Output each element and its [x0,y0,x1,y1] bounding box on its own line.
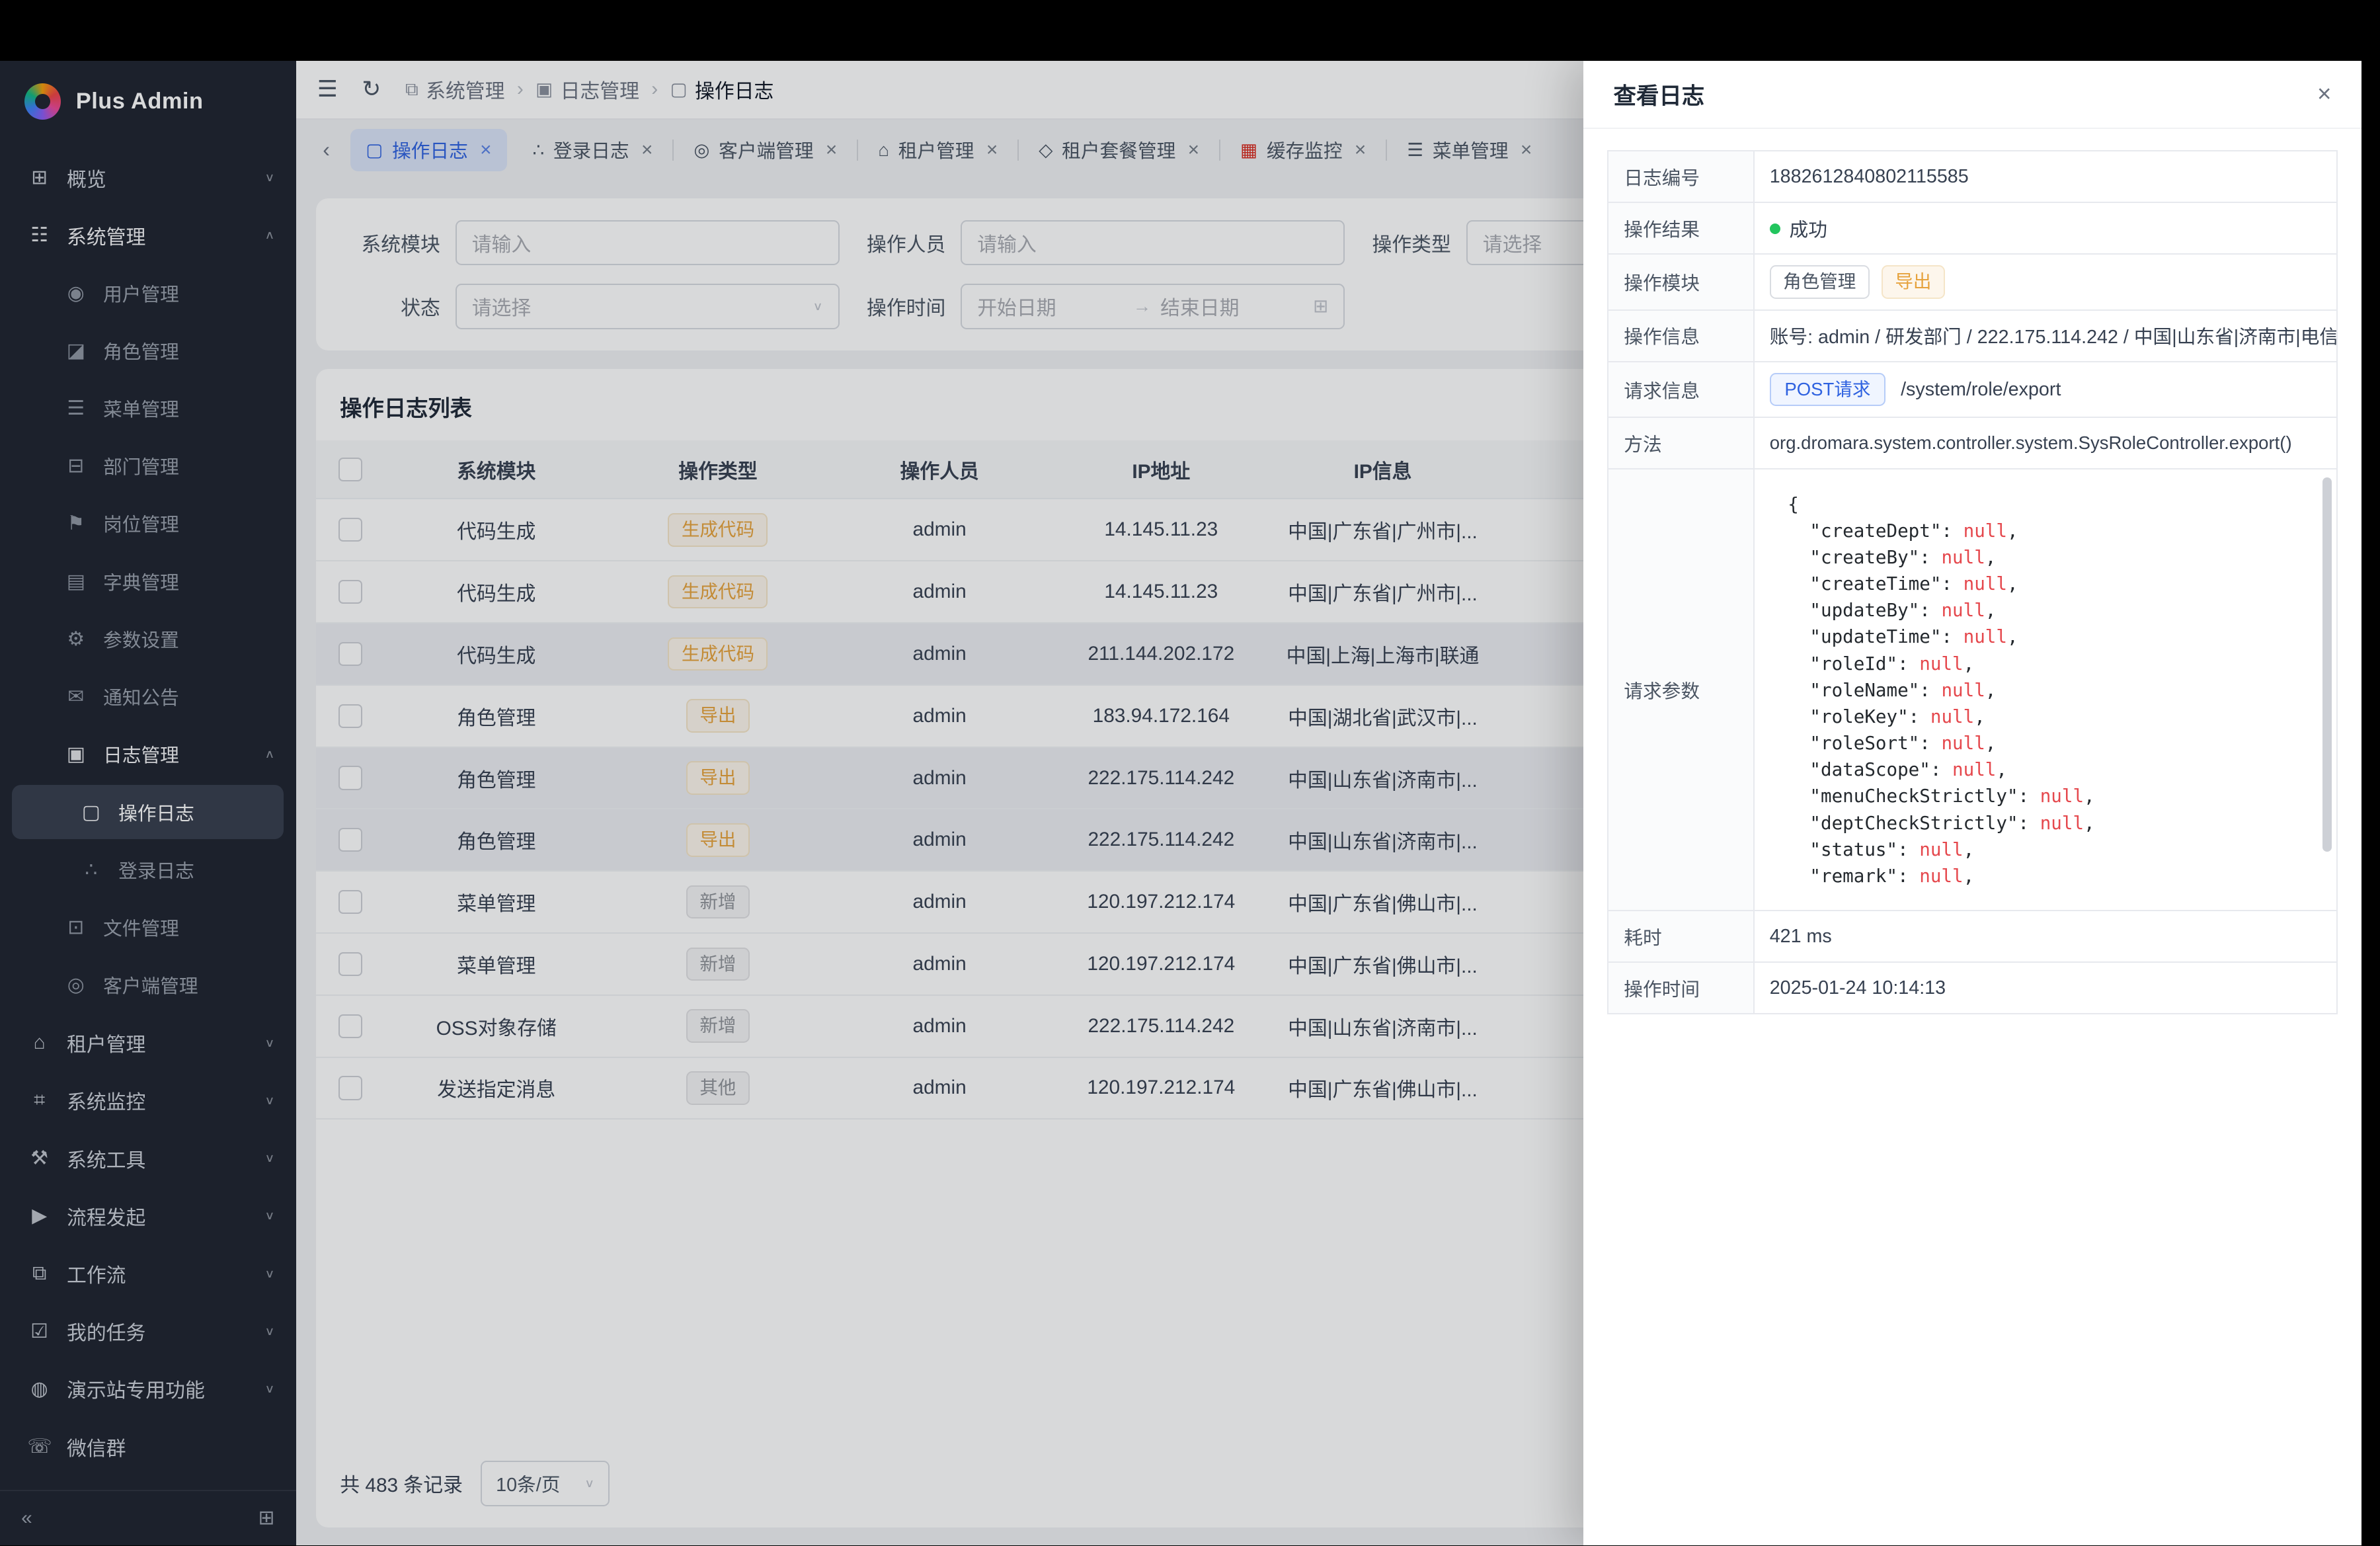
detail-label: 操作时间 [1608,962,1753,1014]
code-line: "roleSort": null, [1788,730,2297,756]
request-params-cell: { "createDept": null, "createBy": null, … [1754,469,2337,911]
view-log-drawer: 查看日志 × 日志编号1882612840802115585操作结果 成功操作模块… [1583,61,2362,1545]
detail-row: 操作信息账号: admin / 研发部门 / 222.175.114.242 /… [1608,310,2336,362]
detail-row: 方法 org.dromara.system.controller.system.S… [1608,417,2336,469]
detail-value: 成功 [1754,202,2337,254]
success-dot-icon [1770,224,1780,234]
detail-row: 操作时间2025-01-24 10:14:13 [1608,962,2336,1014]
detail-value: 1882612840802115585 [1754,151,2337,202]
status-text: 成功 [1790,220,1827,241]
code-line: { [1788,491,2297,518]
drawer-title: 查看日志 [1614,77,1705,110]
code-line: "deptCheckStrictly": null, [1788,810,2297,836]
code-line: "dataScope": null, [1788,756,2297,783]
detail-label: 耗时 [1608,911,1753,962]
code-line: "remark": null, [1788,863,2297,889]
module-tag: 导出 [1882,265,1945,299]
method-signature: org.dromara.system.controller.system.Sys… [1770,432,2292,453]
detail-value: 角色管理导出 [1754,254,2337,310]
log-detail-table: 日志编号1882612840802115585操作结果成功操作模块角色管理导出操… [1607,150,2337,1014]
detail-value: 2025-01-24 10:14:13 [1754,962,2337,1014]
drawer-header: 查看日志 × [1583,61,2362,129]
code-line: "createDept": null, [1788,518,2297,544]
code-line: "updateBy": null, [1788,597,2297,624]
code-line: "createBy": null, [1788,544,2297,571]
detail-row: 操作模块角色管理导出 [1608,254,2336,310]
request-params-code[interactable]: { "createDept": null, "createBy": null, … [1770,480,2321,899]
detail-label: 请求信息 [1608,362,1753,418]
code-line: "roleId": null, [1788,651,2297,677]
module-tag: 角色管理 [1770,265,1870,299]
detail-value: 账号: admin / 研发部门 / 222.175.114.242 / 中国|… [1754,310,2337,362]
scrollbar-thumb[interactable] [2322,477,2332,852]
code-line: "menuCheckStrictly": null, [1788,783,2297,809]
detail-value: org.dromara.system.controller.system.Sys… [1754,417,2337,469]
detail-label: 操作结果 [1608,202,1753,254]
code-line: "roleKey": null, [1788,704,2297,730]
post-method-tag: POST请求 [1770,373,1885,407]
detail-label: 操作模块 [1608,254,1753,310]
detail-label: 日志编号 [1608,151,1753,202]
close-icon[interactable]: × [2317,82,2331,106]
detail-label: 请求参数 [1608,469,1753,911]
detail-value: POST请求/system/role/export [1754,362,2337,418]
log-detail-body: 日志编号1882612840802115585操作结果成功操作模块角色管理导出操… [1608,151,2336,1014]
code-scrollbar [2322,477,2332,903]
detail-row: 日志编号1882612840802115585 [1608,151,2336,202]
detail-label: 方法 [1608,417,1753,469]
code-line: "status": null, [1788,836,2297,863]
detail-value: 421 ms [1754,911,2337,962]
code-line: "updateTime": null, [1788,624,2297,650]
screen: Plus Admin ⊞概览∨☷系统管理∧◉用户管理◪角色管理☰菜单管理⊟部门管… [0,0,2380,1545]
drawer-overlay[interactable] [0,61,1583,1545]
detail-row: 耗时421 ms [1608,911,2336,962]
detail-label: 操作信息 [1608,310,1753,362]
request-url: /system/role/export [1901,379,2061,400]
code-line: "createTime": null, [1788,571,2297,597]
detail-row: 请求信息POST请求/system/role/export [1608,362,2336,418]
detail-row: 请求参数{ "createDept": null, "createBy": nu… [1608,469,2336,911]
detail-row: 操作结果 成功 [1608,202,2336,254]
drawer-body: 日志编号1882612840802115585操作结果成功操作模块角色管理导出操… [1583,129,2362,1036]
code-line: "roleName": null, [1788,677,2297,704]
